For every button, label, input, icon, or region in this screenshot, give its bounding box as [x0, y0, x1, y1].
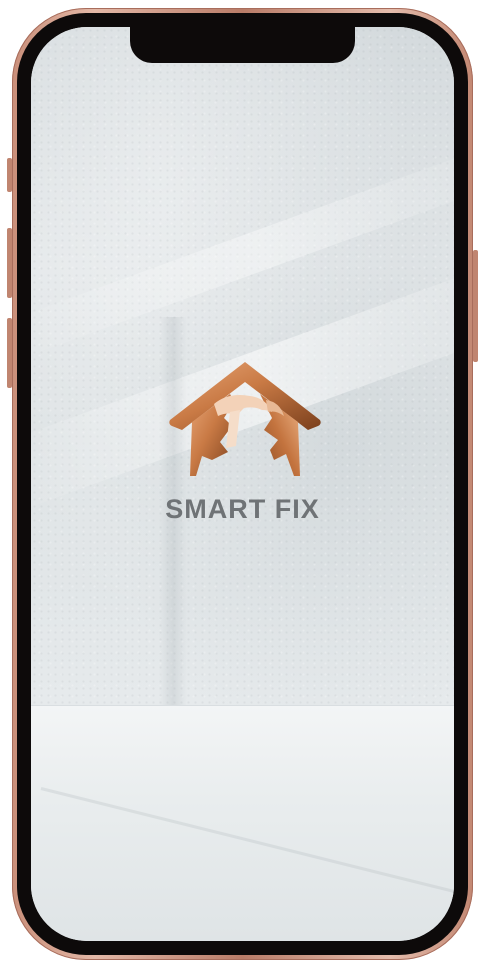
background-floor: [31, 705, 454, 941]
camera-notch: [130, 27, 355, 63]
volume-up-button: [7, 228, 12, 298]
splash-logo: SMART FIX: [160, 360, 325, 530]
mute-switch: [7, 158, 12, 192]
house-hammer-icon: [169, 362, 321, 476]
volume-down-button: [7, 318, 12, 388]
floor-edge: [31, 705, 454, 706]
brand-name: SMART FIX: [165, 494, 320, 524]
power-button: [473, 250, 478, 362]
